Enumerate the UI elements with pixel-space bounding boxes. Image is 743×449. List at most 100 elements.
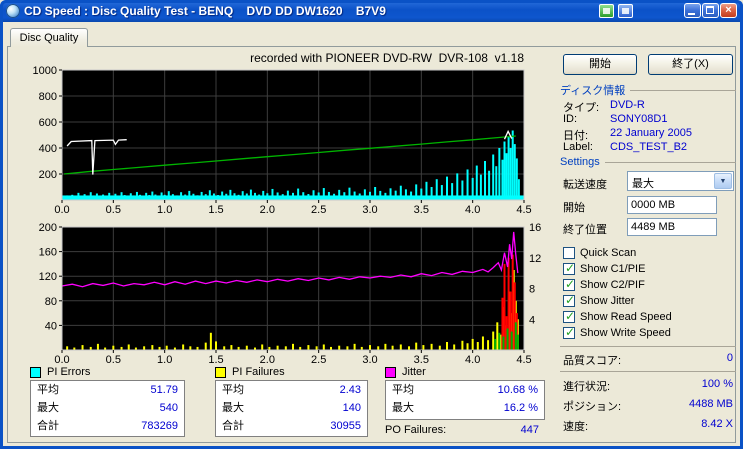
disc-date-row: 日付: 22 January 2005 xyxy=(563,127,735,142)
recorded-with-label: recorded with PIONEER DVD-RW DVR-108 v1.… xyxy=(250,51,524,65)
checkbox-box[interactable] xyxy=(563,325,575,339)
start-button[interactable]: 開始 xyxy=(563,54,637,75)
cd-app-icon xyxy=(6,4,20,18)
checkbox-box[interactable] xyxy=(563,277,575,291)
tab-disc-quality[interactable]: Disc Quality xyxy=(10,28,88,47)
disc-id-value: SONY08D1 xyxy=(610,113,668,125)
stat-row: 最大 540 xyxy=(37,402,178,414)
svg-text:3.5: 3.5 xyxy=(414,204,429,216)
svg-text:80: 80 xyxy=(45,296,57,308)
pi-errors-stats-box: 平均 51.79 最大 540 合計 783269 xyxy=(30,380,185,437)
svg-text:0.0: 0.0 xyxy=(54,204,69,216)
svg-text:1.5: 1.5 xyxy=(208,204,223,216)
svg-text:1.0: 1.0 xyxy=(157,204,172,216)
position-value: 4488 MB xyxy=(688,398,733,410)
svg-text:4: 4 xyxy=(529,314,535,326)
quality-score-value: 0 xyxy=(726,352,733,364)
app-window: CD Speed : Disc Quality Test - BENQ DVD … xyxy=(0,0,743,449)
pi-errors-chart: 200 400 600 800 1000 0.0 0.5 1.0 1.5 2.0 2.5 3.0 3.5… xyxy=(24,62,540,221)
stat-row: 合計 30955 xyxy=(222,420,361,432)
aux-green-icon[interactable] xyxy=(599,4,614,18)
stat-row: 最大 140 xyxy=(222,402,361,414)
svg-text:120: 120 xyxy=(39,271,57,283)
end-position-input[interactable] xyxy=(627,218,717,236)
speed-label: 速度: xyxy=(563,421,589,433)
quality-score-row: 品質スコア: 0 xyxy=(563,352,733,367)
svg-text:3.0: 3.0 xyxy=(362,204,377,216)
checkbox-box[interactable] xyxy=(563,247,575,259)
titlebar[interactable]: CD Speed : Disc Quality Test - BENQ DVD … xyxy=(0,0,743,22)
svg-text:4.0: 4.0 xyxy=(465,204,480,216)
disc-label-value: CDS_TEST_B2 xyxy=(610,141,688,153)
checkbox-quick-scan[interactable]: Quick Scan xyxy=(563,246,636,260)
svg-text:400: 400 xyxy=(39,143,57,155)
svg-text:0.5: 0.5 xyxy=(106,354,121,366)
progress-label: 進行状況: xyxy=(563,381,611,393)
disc-info-header: ディスク情報 xyxy=(560,84,736,97)
chevron-down-icon[interactable]: ▼ xyxy=(714,173,732,189)
checkbox-show-jitter[interactable]: Show Jitter xyxy=(563,293,635,308)
end-position-label: 終了位置 xyxy=(563,224,607,236)
svg-text:800: 800 xyxy=(39,91,57,103)
transfer-speed-label: 転送速度 xyxy=(563,179,607,191)
checkbox-show-write-speed[interactable]: Show Write Speed xyxy=(563,325,671,340)
svg-text:4.0: 4.0 xyxy=(465,354,480,366)
jitter-failures-chart: 40 80 120 160 200 0.0 0.5 1.0 1.5 2.0 2.5 3.0 3.5 4.0… xyxy=(24,219,564,378)
svg-text:160: 160 xyxy=(39,247,57,259)
checkbox-show-read-speed[interactable]: Show Read Speed xyxy=(563,309,672,324)
transfer-speed-select[interactable]: 最大 ▼ xyxy=(627,171,734,191)
svg-text:600: 600 xyxy=(39,117,57,129)
divider xyxy=(560,346,736,347)
jitter-title: Jitter xyxy=(402,366,426,378)
svg-text:3.5: 3.5 xyxy=(414,354,429,366)
maximize-button[interactable] xyxy=(702,3,719,18)
minimize-button[interactable] xyxy=(684,3,701,18)
checkbox-show-c2-pif[interactable]: Show C2/PIF xyxy=(563,277,645,292)
quality-score-label: 品質スコア: xyxy=(563,355,622,367)
stat-row: 合計 783269 xyxy=(37,420,178,432)
svg-text:200: 200 xyxy=(39,222,57,234)
speed-value: 8.42 X xyxy=(701,418,733,430)
svg-text:12: 12 xyxy=(529,253,541,265)
jitter-failures-plot: 40 80 120 160 200 0.0 0.5 1.0 1.5 2.0 2.5 3.0 3.5 4.0… xyxy=(39,222,542,366)
disc-date-value: 22 January 2005 xyxy=(610,127,692,139)
checkbox-box[interactable] xyxy=(563,309,575,323)
start-position-input[interactable] xyxy=(627,196,717,214)
svg-text:2.0: 2.0 xyxy=(260,204,275,216)
svg-text:16: 16 xyxy=(529,222,541,234)
checkbox-box[interactable] xyxy=(563,293,575,307)
svg-text:4.5: 4.5 xyxy=(516,204,531,216)
checkbox-label: Show Write Speed xyxy=(580,327,671,339)
exit-button[interactable]: 終了(X) xyxy=(648,54,733,75)
checkbox-label: Show Jitter xyxy=(580,295,635,307)
svg-text:4.5: 4.5 xyxy=(516,354,531,366)
disc-label-label: Label: xyxy=(563,141,593,153)
svg-text:1.5: 1.5 xyxy=(208,354,223,366)
po-failures-row: PO Failures: 447 xyxy=(385,424,545,436)
pi-errors-legend: PI Errors xyxy=(30,366,90,378)
checkbox-show-c1-pie[interactable]: Show C1/PIE xyxy=(563,261,645,276)
divider xyxy=(560,371,736,372)
disc-info-header-label: ディスク情報 xyxy=(560,85,626,97)
stat-row: 平均 10.68 % xyxy=(392,384,538,396)
disc-id-label: ID: xyxy=(563,113,578,125)
position-label: ポジション: xyxy=(563,401,622,413)
stat-row: 平均 2.43 xyxy=(222,384,361,396)
settings-header: Settings xyxy=(560,156,736,168)
checkbox-box[interactable] xyxy=(563,261,575,275)
progress-row: 進行状況: 100 % xyxy=(563,378,733,393)
close-button[interactable]: × xyxy=(720,3,737,18)
pi-failures-stats-box: 平均 2.43 最大 140 合計 30955 xyxy=(215,380,368,437)
jitter-swatch-icon xyxy=(385,366,396,378)
svg-text:3.0: 3.0 xyxy=(362,354,377,366)
po-failures-label: PO Failures: xyxy=(385,424,447,436)
aux-blue-icon[interactable] xyxy=(618,4,633,18)
jitter-stats-box: 平均 10.68 % 最大 16.2 % xyxy=(385,380,545,420)
disc-type-value: DVD-R xyxy=(610,99,645,111)
start-position-label: 開始 xyxy=(563,202,585,214)
svg-text:2.5: 2.5 xyxy=(311,204,326,216)
pi-errors-title: PI Errors xyxy=(47,366,91,378)
stat-row: 最大 16.2 % xyxy=(392,402,538,414)
disc-label-row: Label: CDS_TEST_B2 xyxy=(563,141,735,154)
svg-text:2.5: 2.5 xyxy=(311,354,326,366)
